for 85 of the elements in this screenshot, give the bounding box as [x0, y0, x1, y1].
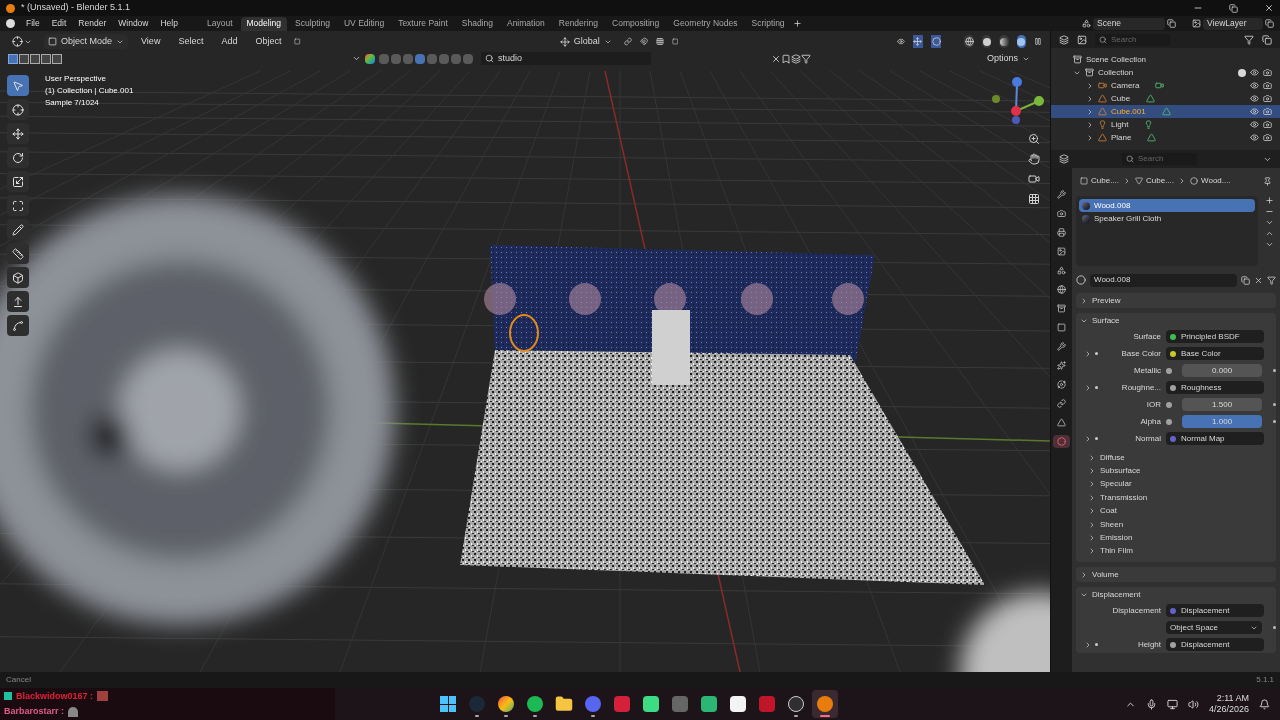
- linked-socket-field[interactable]: Displacement: [1166, 638, 1264, 652]
- outliner-row[interactable]: Cube.001: [1051, 105, 1280, 118]
- linked-socket-field[interactable]: Normal Map: [1166, 432, 1264, 445]
- viewport-info-text: (1) Collection | Cube.001: [45, 85, 134, 97]
- breadcrumb-item[interactable]: Cube....: [1146, 175, 1175, 187]
- subpanel-header[interactable]: Thin Film: [1088, 544, 1276, 559]
- options-dropdown[interactable]: Options: [982, 51, 1034, 66]
- slider-track[interactable]: 1.000: [1182, 415, 1263, 428]
- workspace-tab[interactable]: Layout: [200, 16, 239, 31]
- property-label: Base Color: [1120, 347, 1161, 360]
- workspace-tab[interactable]: Rendering: [552, 16, 604, 31]
- property-label: Roughne...: [1120, 381, 1161, 394]
- workspace-tab[interactable]: Compositing: [606, 16, 666, 31]
- linked-socket-field[interactable]: Roughness: [1166, 381, 1264, 394]
- slider-track[interactable]: 0.000: [1182, 364, 1263, 377]
- menu-item[interactable]: Help: [155, 17, 183, 30]
- linked-socket-field[interactable]: Base Color: [1166, 347, 1264, 360]
- workspace-tab[interactable]: Geometry Nodes: [667, 16, 744, 31]
- menu-item[interactable]: Object: [250, 34, 287, 49]
- subpanel-header[interactable]: Sheen: [1088, 517, 1276, 532]
- menu-item[interactable]: Select: [173, 34, 209, 49]
- property-label: Metallic: [1132, 364, 1161, 377]
- version-text: 5.1.1: [1256, 674, 1274, 686]
- clock[interactable]: 2:11 AM 4/26/2026: [1208, 693, 1249, 715]
- workspace-tab[interactable]: Shading: [455, 16, 499, 31]
- menu-item[interactable]: Window: [113, 17, 154, 30]
- material-slot[interactable]: Speaker Grill Cloth: [1079, 212, 1255, 225]
- linked-socket-field[interactable]: Principled BSDF: [1166, 330, 1264, 343]
- property-label: Alpha: [1139, 415, 1161, 428]
- workspace-tab[interactable]: Animation: [500, 16, 551, 31]
- workspace-tab[interactable]: Scripting: [745, 16, 791, 31]
- material-slot[interactable]: Wood.008: [1079, 199, 1255, 212]
- space-dropdown[interactable]: Object Space: [1166, 621, 1263, 635]
- subpanel-header[interactable]: Transmission: [1088, 491, 1276, 505]
- chat-username: Blackwidow0167 :: [16, 689, 94, 703]
- object-name: Plane: [1111, 131, 1132, 144]
- subpanel-header[interactable]: Emission: [1088, 531, 1276, 545]
- panel-header[interactable]: Preview: [1076, 293, 1276, 308]
- outliner-item[interactable]: Scene Collection: [1086, 53, 1147, 66]
- subpanel-header[interactable]: Subsurface: [1088, 464, 1276, 478]
- menu-item[interactable]: Edit: [46, 17, 72, 30]
- outliner-row[interactable]: Camera: [1051, 79, 1280, 92]
- object-name: Cube: [1111, 92, 1131, 105]
- object-name: Cube.001: [1111, 105, 1146, 118]
- property-label: Normal: [1134, 432, 1161, 445]
- property-label: Displacement: [1111, 604, 1161, 617]
- breadcrumb-item[interactable]: Cube....: [1091, 175, 1119, 187]
- orientation-dropdown[interactable]: Global: [555, 34, 616, 49]
- panel-header[interactable]: Volume: [1076, 567, 1276, 583]
- scene-field[interactable]: Scene: [1093, 17, 1165, 30]
- workspace-tab[interactable]: Sculpting: [289, 16, 336, 31]
- viewport-info-text: User Perspective: [45, 73, 107, 85]
- object-name: Light: [1111, 118, 1129, 131]
- viewport-info-text: Sample 7/1024: [45, 97, 100, 109]
- subpanel-header[interactable]: Diffuse: [1088, 451, 1276, 465]
- menu-item[interactable]: File: [21, 17, 45, 30]
- menu-item[interactable]: Add: [216, 34, 243, 49]
- workspace-tab[interactable]: Modeling: [240, 16, 287, 31]
- panel-header[interactable]: Surface: [1076, 313, 1276, 328]
- subpanel-header[interactable]: Coat: [1088, 504, 1276, 518]
- menu-item[interactable]: View: [136, 34, 166, 49]
- mode-dropdown[interactable]: Object Mode: [44, 34, 129, 49]
- outliner-row[interactable]: Cube: [1051, 92, 1280, 105]
- property-label: Surface: [1132, 330, 1161, 343]
- property-label: Height: [1136, 638, 1161, 651]
- menu-item[interactable]: Render: [73, 17, 112, 30]
- subpanel-header[interactable]: Specular: [1088, 477, 1276, 492]
- view-layer-field[interactable]: ViewLayer: [1203, 17, 1263, 30]
- search-field[interactable]: studio: [481, 52, 651, 65]
- workspace-tab[interactable]: UV Editing: [337, 16, 391, 31]
- panel-header[interactable]: Displacement: [1076, 587, 1276, 603]
- outliner-row[interactable]: Light: [1051, 118, 1280, 131]
- chat-username: Barbarostarr :: [4, 705, 65, 718]
- status-hint: Cancel: [6, 674, 31, 686]
- material-name-field[interactable]: Wood.008: [1090, 273, 1237, 287]
- object-name: Camera: [1111, 79, 1140, 92]
- outliner-item[interactable]: Collection: [1098, 66, 1134, 79]
- linked-socket-field[interactable]: Displacement: [1166, 604, 1264, 618]
- viewport[interactable]: Object Mode View Select Add Object Global studio Options User Perspective (1) Collection | Cube.001 Sample 7/1024: [0, 31, 1050, 672]
- outliner-row[interactable]: Plane: [1051, 131, 1280, 144]
- number-field[interactable]: 1.500: [1182, 398, 1263, 411]
- window-title: * (Unsaved) - Blender 5.1.1: [21, 1, 131, 15]
- workspace-tab[interactable]: Texture Paint: [392, 16, 454, 31]
- property-label: IOR: [1145, 398, 1161, 411]
- breadcrumb-item[interactable]: Wood....: [1201, 175, 1231, 187]
